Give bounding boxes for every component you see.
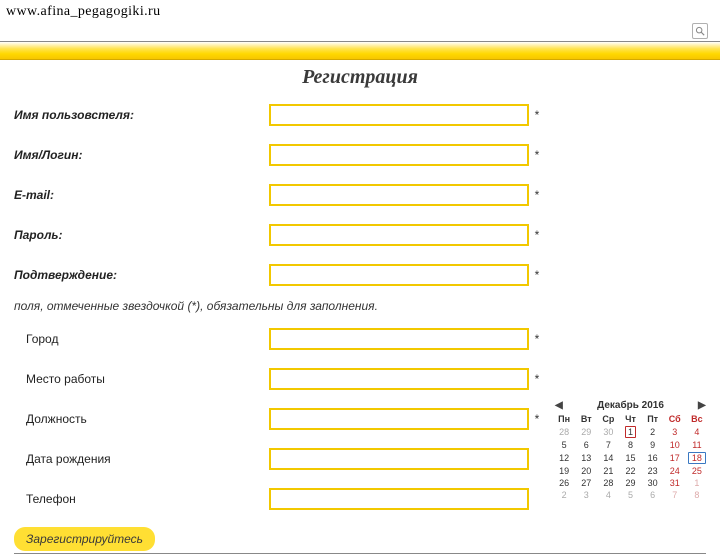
label-username: Имя пользовстеля: — [14, 108, 269, 122]
calendar-day[interactable]: 7 — [664, 489, 686, 501]
calendar-day[interactable]: 31 — [664, 477, 686, 489]
label-email: E-mail: — [14, 188, 269, 202]
calendar-grid: ПнВтСрЧтПтСбВс 2829301234567891011121314… — [553, 413, 708, 501]
calendar-weekday: Чт — [619, 413, 641, 425]
calendar-day[interactable]: 17 — [664, 451, 686, 465]
calendar-day[interactable]: 19 — [553, 465, 575, 477]
input-password[interactable] — [269, 224, 529, 246]
calendar-day[interactable]: 3 — [664, 425, 686, 439]
required-mark: * — [529, 268, 545, 282]
required-mark: * — [529, 412, 545, 426]
calendar-day[interactable]: 28 — [553, 425, 575, 439]
calendar-day[interactable]: 29 — [575, 425, 597, 439]
input-position[interactable] — [269, 408, 529, 430]
calendar-day[interactable]: 16 — [642, 451, 664, 465]
calendar-day[interactable]: 24 — [664, 465, 686, 477]
calendar-day[interactable]: 1 — [686, 477, 708, 489]
input-birthdate[interactable] — [269, 448, 529, 470]
calendar-day[interactable]: 23 — [642, 465, 664, 477]
top-rule — [0, 22, 720, 42]
input-login[interactable] — [269, 144, 529, 166]
field-city: Город * — [14, 323, 706, 355]
required-mark: * — [529, 372, 545, 386]
calendar-day[interactable]: 6 — [575, 439, 597, 451]
calendar-day[interactable]: 15 — [619, 451, 641, 465]
calendar-weekday: Пт — [642, 413, 664, 425]
calendar-prev-icon[interactable]: ◀ — [555, 402, 563, 410]
field-email: E-mail: * — [14, 179, 706, 211]
input-username[interactable] — [269, 104, 529, 126]
calendar-day[interactable]: 21 — [597, 465, 619, 477]
zoom-icon[interactable] — [692, 23, 708, 39]
calendar-day[interactable]: 30 — [642, 477, 664, 489]
page-title: Регистрация — [0, 66, 720, 89]
register-button[interactable]: Зарегистрируйтесь — [14, 527, 155, 551]
calendar-day[interactable]: 27 — [575, 477, 597, 489]
calendar-weekday: Ср — [597, 413, 619, 425]
calendar-day[interactable]: 29 — [619, 477, 641, 489]
calendar-day[interactable]: 9 — [642, 439, 664, 451]
calendar-title: Декабрь 2016 — [563, 400, 698, 411]
field-workplace: Место работы * — [14, 363, 706, 395]
calendar-day[interactable]: 13 — [575, 451, 597, 465]
input-city[interactable] — [269, 328, 529, 350]
required-mark: * — [529, 228, 545, 242]
calendar-day[interactable]: 20 — [575, 465, 597, 477]
calendar-day[interactable]: 1 — [619, 425, 641, 439]
calendar-day[interactable]: 30 — [597, 425, 619, 439]
label-phone: Телефон — [14, 492, 269, 506]
field-confirm: Подтверждение: * — [14, 259, 706, 291]
field-login: Имя/Логин: * — [14, 139, 706, 171]
required-mark: * — [529, 148, 545, 162]
label-password: Пароль: — [14, 228, 269, 242]
calendar-day[interactable]: 25 — [686, 465, 708, 477]
required-mark: * — [529, 108, 545, 122]
address-bar: www.afina_pegagogiki.ru — [0, 0, 720, 22]
required-mark: * — [529, 332, 545, 346]
calendar-day[interactable]: 4 — [597, 489, 619, 501]
calendar-day[interactable]: 6 — [642, 489, 664, 501]
calendar-day[interactable]: 4 — [686, 425, 708, 439]
calendar-day[interactable]: 11 — [686, 439, 708, 451]
required-note: поля, отмеченные звездочкой (*), обязате… — [14, 299, 706, 313]
calendar-day[interactable]: 5 — [553, 439, 575, 451]
input-workplace[interactable] — [269, 368, 529, 390]
label-login: Имя/Логин: — [14, 148, 269, 162]
calendar-weekday: Пн — [553, 413, 575, 425]
calendar-day[interactable]: 18 — [686, 451, 708, 465]
calendar-day[interactable]: 10 — [664, 439, 686, 451]
calendar-widget: ◀ Декабрь 2016 ▶ ПнВтСрЧтПтСбВс 28293012… — [553, 400, 708, 501]
calendar-day[interactable]: 22 — [619, 465, 641, 477]
calendar-day[interactable]: 7 — [597, 439, 619, 451]
calendar-day[interactable]: 12 — [553, 451, 575, 465]
label-workplace: Место работы — [14, 372, 269, 386]
input-email[interactable] — [269, 184, 529, 206]
input-confirm[interactable] — [269, 264, 529, 286]
field-password: Пароль: * — [14, 219, 706, 251]
calendar-day[interactable]: 28 — [597, 477, 619, 489]
input-phone[interactable] — [269, 488, 529, 510]
label-position: Должность — [14, 412, 269, 426]
calendar-next-icon[interactable]: ▶ — [698, 402, 706, 410]
required-mark: * — [529, 188, 545, 202]
calendar-weekday: Вт — [575, 413, 597, 425]
calendar-day[interactable]: 3 — [575, 489, 597, 501]
field-username: Имя пользовстеля: * — [14, 99, 706, 131]
calendar-day[interactable]: 26 — [553, 477, 575, 489]
calendar-day[interactable]: 8 — [619, 439, 641, 451]
calendar-day[interactable]: 2 — [553, 489, 575, 501]
calendar-day[interactable]: 8 — [686, 489, 708, 501]
label-confirm: Подтверждение: — [14, 268, 269, 282]
calendar-weekday: Вс — [686, 413, 708, 425]
calendar-weekday: Сб — [664, 413, 686, 425]
label-city: Город — [14, 332, 269, 346]
calendar-day[interactable]: 2 — [642, 425, 664, 439]
calendar-day[interactable]: 14 — [597, 451, 619, 465]
label-birthdate: Дата рождения — [14, 452, 269, 466]
calendar-day[interactable]: 5 — [619, 489, 641, 501]
yellow-banner — [0, 42, 720, 60]
